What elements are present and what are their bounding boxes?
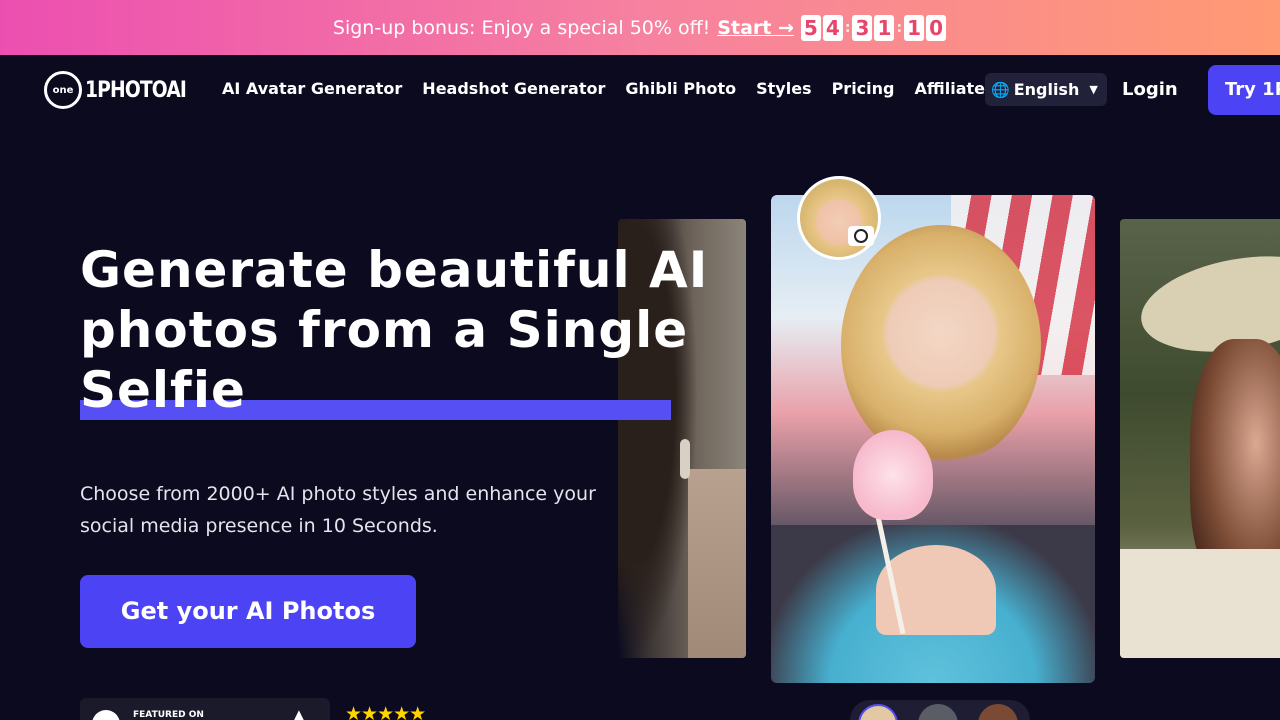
- photo-detail: [1120, 549, 1280, 658]
- countdown-digit: 0: [926, 14, 947, 41]
- site-logo[interactable]: one 1PHOTOAI: [44, 71, 204, 109]
- hero-title: Generate beautiful AI photos from a Sing…: [80, 241, 709, 419]
- login-link[interactable]: Login: [1122, 79, 1178, 100]
- try-button[interactable]: Try 1PhotoAI: [1208, 65, 1280, 115]
- photo-detail: [841, 225, 1041, 465]
- featured-on-badge[interactable]: FEATURED ON ▲: [80, 698, 330, 720]
- style-thumbnails: [850, 700, 1030, 720]
- language-label: English: [1013, 80, 1080, 99]
- countdown-digit: 3: [852, 14, 873, 41]
- photo-detail: [853, 430, 933, 520]
- nav-link-pricing[interactable]: Pricing: [832, 79, 895, 98]
- countdown-digit: 5: [800, 14, 821, 41]
- promo-text: Sign-up bonus: Enjoy a special 50% off!: [332, 16, 711, 39]
- countdown-digit: 1: [874, 14, 895, 41]
- style-thumbnail[interactable]: [918, 704, 958, 720]
- countdown-separator: :: [844, 19, 851, 36]
- photo-detail: [688, 469, 746, 658]
- globe-icon: 🌐: [991, 80, 1010, 99]
- logo-text: 1PHOTOAI: [85, 77, 187, 103]
- logo-badge-icon: one: [44, 71, 82, 109]
- promo-banner: Sign-up bonus: Enjoy a special 50% off! …: [0, 0, 1280, 55]
- nav-link-affiliates[interactable]: Affiliates: [915, 79, 995, 98]
- get-ai-photos-button[interactable]: Get your AI Photos: [80, 575, 416, 648]
- rating-stars: ★★★★★: [345, 703, 426, 720]
- nav-link-ghibli-photo[interactable]: Ghibli Photo: [625, 79, 736, 98]
- language-selector[interactable]: 🌐 English ▼: [985, 73, 1107, 106]
- selfie-avatar: [797, 176, 881, 260]
- nav-link-styles[interactable]: Styles: [756, 79, 811, 98]
- chevron-down-icon: ▼: [1089, 83, 1098, 96]
- nav-links: AI Avatar Generator Headshot Generator G…: [222, 79, 1015, 98]
- nav-link-ai-avatar-generator[interactable]: AI Avatar Generator: [222, 79, 402, 98]
- photo-detail: [680, 439, 690, 479]
- camera-icon: [848, 226, 874, 246]
- featured-logo-icon: [92, 710, 120, 720]
- countdown-timer: 5 4 : 3 1 : 1 0: [800, 14, 947, 41]
- navbar: one 1PHOTOAI AI Avatar Generator Headsho…: [0, 55, 1280, 125]
- sample-photo-main: [771, 195, 1095, 683]
- countdown-separator: :: [896, 19, 903, 36]
- upvote-arrow-icon: ▲: [292, 706, 306, 720]
- nav-link-headshot-generator[interactable]: Headshot Generator: [422, 79, 605, 98]
- hero-subtitle: Choose from 2000+ AI photo styles and en…: [80, 483, 596, 537]
- style-thumbnail[interactable]: [858, 704, 898, 720]
- countdown-digit: 4: [822, 14, 843, 41]
- sample-photo-right: [1120, 219, 1280, 658]
- promo-start-link[interactable]: Start →: [717, 17, 794, 39]
- style-thumbnail[interactable]: [978, 704, 1018, 720]
- countdown-digit: 1: [904, 14, 925, 41]
- featured-label: FEATURED ON: [133, 710, 204, 720]
